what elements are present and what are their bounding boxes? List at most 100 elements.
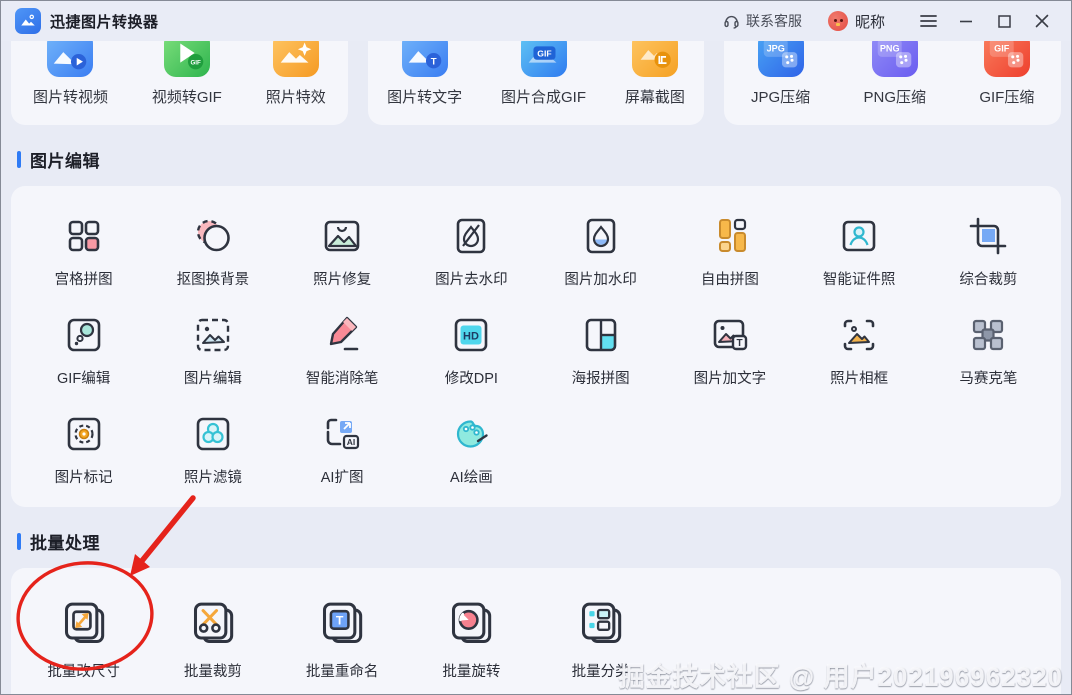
user-nickname[interactable]: 昵称 xyxy=(855,11,885,32)
section-header-image-edit: 图片编辑 xyxy=(17,147,1055,172)
eraser-pen-icon xyxy=(318,311,366,359)
tool-item[interactable]: 照片滤镜 xyxy=(148,410,277,487)
tool-label: 宫格拼图 xyxy=(54,272,113,288)
tool-item[interactable]: 图片编辑 xyxy=(148,311,277,388)
tool-item[interactable]: 智能消除笔 xyxy=(278,311,407,388)
tool-label: 图片转视频 xyxy=(32,89,108,106)
contact-support-button[interactable]: 联系客服 xyxy=(723,11,802,31)
tool-label: 照片滤镜 xyxy=(183,470,242,486)
tool-item[interactable]: 照片特效 xyxy=(266,31,326,107)
tool-item[interactable]: 照片相框 xyxy=(795,311,924,388)
user-avatar[interactable] xyxy=(827,11,848,31)
tool-item[interactable]: T 批量重命名 xyxy=(278,596,407,681)
svg-text:AI: AI xyxy=(347,437,356,447)
section-accent-bar xyxy=(17,533,21,550)
tool-label: 照片特效 xyxy=(265,89,326,106)
batch-crop-icon xyxy=(185,596,241,652)
cutout-bg-icon xyxy=(189,212,237,260)
tool-label: 批量旋转 xyxy=(442,664,501,680)
maximize-button[interactable] xyxy=(985,6,1023,36)
section-header-batch: 批量处理 xyxy=(17,529,1055,554)
tool-label: 图片加文字 xyxy=(693,371,767,387)
tool-label: AI绘画 xyxy=(450,470,493,486)
section-title: 图片编辑 xyxy=(30,152,100,171)
tool-item[interactable]: 屏幕截图 xyxy=(625,31,685,107)
tool-label: 批量重命名 xyxy=(305,664,379,680)
svg-text:T: T xyxy=(736,338,742,349)
tool-item[interactable]: GIF 图片合成GIF xyxy=(501,31,586,107)
photo-filter-icon xyxy=(189,410,237,458)
tool-item[interactable]: T 图片加文字 xyxy=(665,311,794,388)
hamburger-icon xyxy=(919,15,937,27)
tool-item[interactable]: HD 修改DPI xyxy=(407,311,536,388)
close-icon xyxy=(1035,14,1049,28)
tool-item[interactable]: JPG JPG压缩 xyxy=(751,31,810,107)
tool-label: 图片去水印 xyxy=(435,272,508,288)
tool-item[interactable]: GIF编辑 xyxy=(19,311,148,388)
tool-item[interactable]: 批量裁剪 xyxy=(148,596,277,681)
tool-item[interactable]: 图片转视频 xyxy=(33,31,108,107)
app-title: 迅捷图片转换器 xyxy=(50,13,159,31)
tool-item[interactable]: 图片标记 xyxy=(19,410,148,487)
tool-label: 照片修复 xyxy=(313,272,372,288)
tool-label: 综合裁剪 xyxy=(959,272,1018,288)
menu-button[interactable] xyxy=(909,6,947,36)
tool-label: GIF编辑 xyxy=(57,371,111,387)
svg-text:JPG: JPG xyxy=(766,44,784,54)
minimize-button[interactable] xyxy=(947,6,985,36)
ai-paint-icon xyxy=(447,410,495,458)
free-collage-icon xyxy=(706,212,754,260)
tool-item[interactable]: 智能证件照 xyxy=(795,212,924,289)
tool-item[interactable]: 海报拼图 xyxy=(536,311,665,388)
tool-item[interactable]: 批量旋转 xyxy=(407,596,536,681)
tool-item[interactable]: PNG PNG压缩 xyxy=(864,31,926,107)
svg-text:HD: HD xyxy=(463,331,479,343)
tool-item[interactable]: 批量改尺寸 xyxy=(19,596,148,681)
tool-label: 修改DPI xyxy=(444,371,498,387)
tool-item[interactable]: 图片去水印 xyxy=(407,212,536,289)
tool-item[interactable]: 抠图换背景 xyxy=(148,212,277,289)
tool-item[interactable]: GIF GIF压缩 xyxy=(979,31,1034,107)
dpi-icon: HD xyxy=(447,311,495,359)
tool-item[interactable]: 马赛克笔 xyxy=(924,311,1053,388)
add-watermark-icon xyxy=(577,212,625,260)
id-photo-icon xyxy=(835,212,883,260)
svg-text:T: T xyxy=(430,57,436,68)
batch-rotate-icon xyxy=(443,596,499,652)
tool-item[interactable]: 综合裁剪 xyxy=(924,212,1053,289)
tool-label: 图片加水印 xyxy=(564,272,637,288)
tool-label: 图片合成GIF xyxy=(501,89,586,106)
main-content: 图片转视频 GIF 视频转GIF 照片特效 T 图片转文字 GIF 图片合成GIF 屏幕截图 … xyxy=(1,25,1071,694)
gif-edit-icon xyxy=(60,311,108,359)
tool-item[interactable]: 宫格拼图 xyxy=(19,212,148,289)
batch-classify-icon xyxy=(573,596,629,652)
section-title: 批量处理 xyxy=(30,534,100,553)
ai-expand-icon: AI xyxy=(318,410,366,458)
maximize-icon xyxy=(997,14,1011,28)
tool-item[interactable]: AI绘画 xyxy=(407,410,536,487)
grid-collage-icon xyxy=(60,212,108,260)
tool-label: 智能证件照 xyxy=(822,272,896,288)
tool-item[interactable]: 图片加水印 xyxy=(536,212,665,289)
tool-item[interactable]: T 图片转文字 xyxy=(387,31,462,107)
tool-label: 智能消除笔 xyxy=(305,371,379,387)
section-accent-bar xyxy=(17,151,21,168)
svg-text:GIF: GIF xyxy=(994,44,1010,54)
tool-label: 屏幕截图 xyxy=(624,89,685,106)
tool-label: 照片相框 xyxy=(830,371,889,387)
tool-label: 马赛克笔 xyxy=(959,371,1018,387)
batch-rename-icon: T xyxy=(314,596,370,652)
tool-item[interactable]: 照片修复 xyxy=(278,212,407,289)
image-mark-icon xyxy=(60,410,108,458)
close-button[interactable] xyxy=(1023,6,1061,36)
tool-item[interactable]: AI AI扩图 xyxy=(278,410,407,487)
minimize-icon xyxy=(960,20,972,23)
headset-icon xyxy=(724,15,739,29)
tool-item[interactable]: GIF 视频转GIF xyxy=(152,31,222,107)
batch-resize-icon xyxy=(56,596,112,652)
svg-text:T: T xyxy=(336,614,344,628)
tool-item[interactable]: 批量分类 xyxy=(536,596,665,681)
remove-watermark-icon xyxy=(447,212,495,260)
titlebar: 迅捷图片转换器 联系客服 昵称 xyxy=(1,1,1071,41)
tool-item[interactable]: 自由拼图 xyxy=(665,212,794,289)
